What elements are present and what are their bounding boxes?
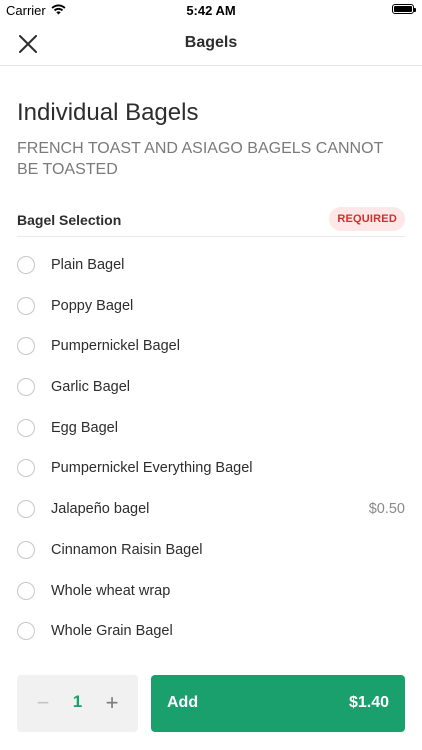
radio-button[interactable] [17,256,35,274]
option-egg-bagel[interactable]: Egg Bagel [17,409,405,450]
option-price: $0.50 [368,501,405,518]
footer-bar: − 1 + Add $1.40 [0,660,422,750]
option-label: Jalapeño bagel [51,501,150,518]
option-whole-wheat-wrap[interactable]: Whole wheat wrap [17,572,405,613]
option-cinnamon-raisin-bagel[interactable]: Cinnamon Raisin Bagel [17,531,405,572]
radio-button[interactable] [17,378,35,397]
option-garlic-bagel[interactable]: Garlic Bagel [17,368,405,409]
quantity-stepper: − 1 + [17,675,138,732]
option-whole-grain-bagel[interactable]: Whole Grain Bagel [17,612,405,653]
radio-button[interactable] [17,622,35,641]
section-header: Bagel Selection REQUIRED [17,204,405,237]
option-list: Plain Bagel Poppy Bagel Pumpernickel Bag… [17,246,405,653]
status-bar: Carrier 5:42 AM [0,0,422,22]
item-title: Individual Bagels [17,99,199,126]
radio-button[interactable] [17,540,35,559]
option-label: Pumpernickel Bagel [51,338,180,355]
option-label: Whole wheat wrap [51,582,171,599]
status-time: 5:42 AM [186,3,236,18]
radio-button[interactable] [17,418,35,437]
battery-icon [392,4,416,14]
item-content: Individual Bagels FRENCH TOAST AND ASIAG… [17,66,405,641]
option-pumpernickel-bagel[interactable]: Pumpernickel Bagel [17,327,405,368]
option-label: Whole Grain Bagel [51,623,173,640]
section-title: Bagel Selection [17,212,122,228]
radio-button[interactable] [17,296,35,315]
add-to-order-button[interactable]: Add $1.40 [151,675,405,732]
page-title: Bagels [184,34,238,51]
option-label: Cinnamon Raisin Bagel [51,541,203,558]
add-label: Add [167,694,199,711]
option-jalapeno-bagel[interactable]: Jalapeño bagel $0.50 [17,490,405,531]
option-label: Plain Bagel [51,257,125,273]
option-pumpernickel-everything-bagel[interactable]: Pumpernickel Everything Bagel [17,449,405,490]
required-badge: REQUIRED [329,207,405,231]
radio-button[interactable] [17,337,35,356]
option-label: Garlic Bagel [51,379,130,396]
radio-button[interactable] [17,581,35,600]
radio-button[interactable] [17,500,35,519]
option-poppy-bagel[interactable]: Poppy Bagel [17,287,405,328]
increment-button[interactable]: + [98,689,126,717]
item-description: FRENCH TOAST AND ASIAGO BAGELS CANNOT BE… [17,140,384,178]
option-label: Pumpernickel Everything Bagel [51,460,253,477]
option-plain-bagel[interactable]: Plain Bagel [17,246,405,287]
option-label: Poppy Bagel [51,297,134,314]
radio-button[interactable] [17,459,35,478]
nav-bar: Bagels [0,22,422,66]
add-price: $1.40 [348,694,389,711]
option-label: Egg Bagel [51,419,118,436]
